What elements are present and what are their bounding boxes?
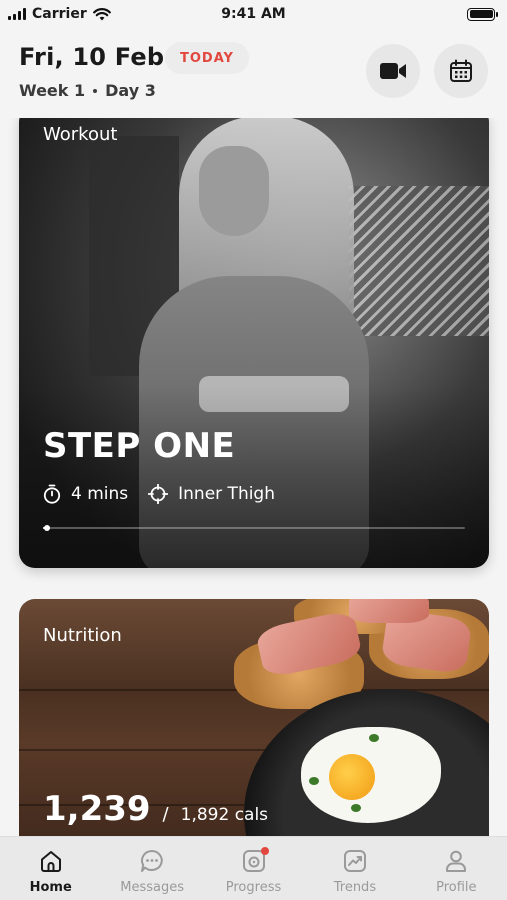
trend-chart-icon (342, 848, 368, 874)
calendar-icon (450, 59, 472, 82)
calorie-target: 1,892 cals (180, 805, 269, 825)
ham-slice-shape (349, 599, 429, 623)
duration-text: 4 mins (71, 484, 129, 504)
video-camera-icon (380, 63, 406, 79)
workout-progress-track (43, 525, 465, 531)
notification-dot (260, 847, 269, 855)
wifi-icon (92, 7, 111, 20)
calendar-button[interactable] (434, 44, 488, 98)
day-label: Day 3 (105, 81, 156, 100)
home-icon (38, 848, 64, 874)
tab-label: Trends (333, 880, 377, 895)
tab-progress[interactable]: Progress (203, 837, 304, 900)
tab-label: Home (29, 880, 72, 895)
egg-yolk-shape (329, 754, 375, 800)
tab-bar: Home Messages Progress Trends Profile (0, 836, 507, 900)
tab-label: Messages (120, 880, 184, 895)
card-shade (19, 386, 489, 568)
status-bar: Carrier 9:41 AM (0, 0, 507, 28)
tab-home[interactable]: Home (0, 837, 101, 900)
status-left: Carrier (8, 6, 111, 22)
person-icon (443, 848, 469, 874)
stopwatch-icon (43, 484, 61, 504)
gym-window-shape (349, 186, 489, 336)
duration-meta: 4 mins (43, 484, 128, 504)
herb-shape (351, 804, 361, 812)
workout-card[interactable]: Workout STEP ONE 4 mins Inner Thigh (19, 118, 489, 568)
tab-trends[interactable]: Trends (304, 837, 405, 900)
week-day-subtitle: Week 1 Day 3 (19, 81, 156, 100)
status-time: 9:41 AM (221, 6, 286, 22)
signal-icon (8, 8, 26, 20)
carrier-name: Carrier (32, 6, 87, 22)
target-meta: Inner Thigh (148, 484, 275, 504)
video-button[interactable] (366, 44, 420, 98)
page-title: Fri, 10 Feb (19, 43, 165, 71)
chat-bubble-icon (139, 848, 165, 874)
feed[interactable]: Workout STEP ONE 4 mins Inner Thigh Nutr… (0, 118, 507, 836)
nutrition-card[interactable]: Nutrition 1,239 / 1,892 cals (19, 599, 489, 836)
battery-icon (467, 7, 498, 21)
battery-level (469, 10, 493, 18)
athlete-face-shape (199, 146, 269, 236)
nutrition-label: Nutrition (43, 625, 122, 646)
tab-profile[interactable]: Profile (406, 837, 507, 900)
tab-messages[interactable]: Messages (101, 837, 202, 900)
calorie-summary: 1,239 / 1,892 cals (43, 789, 268, 829)
calories-separator: / (162, 804, 169, 825)
tab-label: Profile (436, 880, 477, 895)
workout-label: Workout (43, 124, 118, 145)
week-label: Week 1 (19, 81, 86, 100)
tab-label: Progress (225, 880, 282, 895)
herb-shape (309, 777, 319, 785)
workout-title: STEP ONE (43, 426, 236, 466)
workout-meta: 4 mins Inner Thigh (43, 484, 275, 504)
header: Fri, 10 Feb TODAY Week 1 Day 3 (0, 30, 507, 110)
progress-camera-icon (241, 847, 269, 874)
crosshair-icon (148, 484, 169, 504)
calories-consumed: 1,239 (43, 789, 151, 829)
target-text: Inner Thigh (178, 484, 276, 504)
separator-dot (93, 88, 98, 93)
today-badge[interactable]: TODAY (165, 42, 249, 74)
herb-shape (369, 734, 379, 742)
